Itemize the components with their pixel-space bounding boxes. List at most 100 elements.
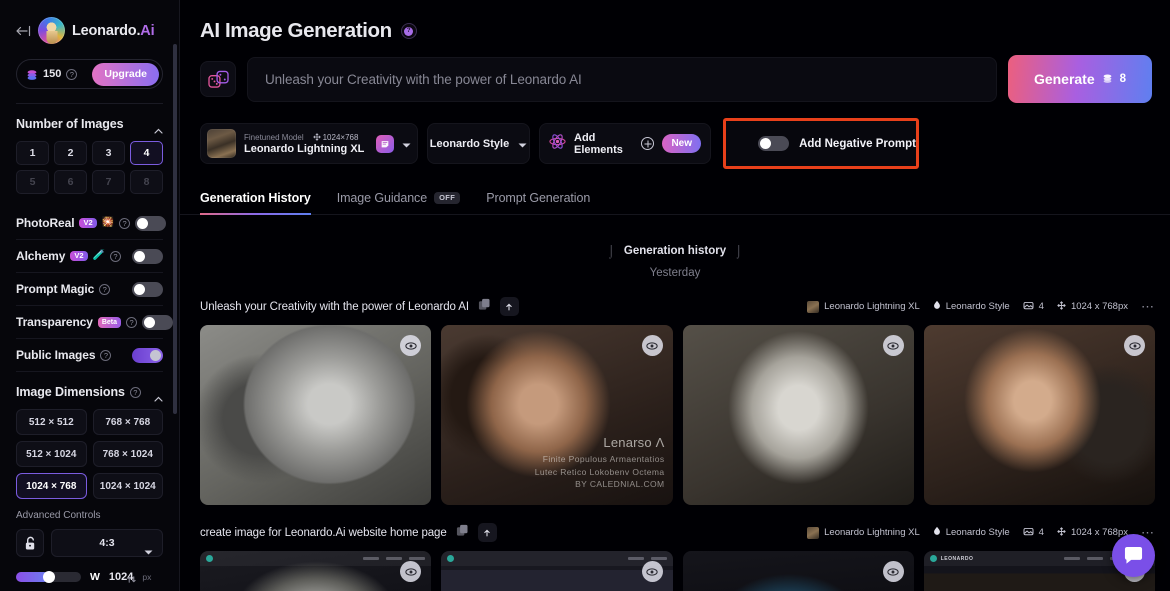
width-label: W xyxy=(90,571,100,583)
number-of-images-title: Number of Images xyxy=(16,117,123,131)
meta-size: 1024 x 768px xyxy=(1057,301,1128,313)
help-icon[interactable]: ? xyxy=(110,251,121,262)
dim-1024-1024[interactable]: 1024 × 1024 xyxy=(93,473,164,499)
site-logo-icon xyxy=(447,555,454,562)
version-badge: V2 xyxy=(79,218,96,229)
upload-icon[interactable] xyxy=(478,523,497,542)
help-icon[interactable]: ? xyxy=(126,317,137,328)
dice-icon[interactable] xyxy=(200,61,236,97)
test-tube-icon: 🧪 xyxy=(93,251,105,261)
images-icon xyxy=(1023,301,1034,313)
main-content: AI Image Generation ? Unleash your Creat… xyxy=(180,0,1170,591)
generated-image[interactable] xyxy=(441,551,672,591)
slider-knob[interactable] xyxy=(43,571,55,583)
new-badge: New xyxy=(662,134,701,153)
width-slider[interactable] xyxy=(16,572,81,582)
meta-model: Leonardo Lightning XL xyxy=(807,301,920,313)
version-badge: V2 xyxy=(70,251,87,262)
plus-icon[interactable] xyxy=(641,137,654,150)
photoreal-switch[interactable] xyxy=(135,216,166,231)
page-help-icon[interactable]: ? xyxy=(401,23,417,39)
prompt-placeholder: Unleash your Creativity with the power o… xyxy=(265,72,582,87)
site-nav-items xyxy=(628,557,667,560)
num-images-1[interactable]: 1 xyxy=(16,141,49,165)
tab-prompt-generation[interactable]: Prompt Generation xyxy=(486,191,590,214)
eye-icon[interactable] xyxy=(883,335,904,356)
dim-512-512[interactable]: 512 × 512 xyxy=(16,409,87,435)
model-thumbnail xyxy=(807,527,819,539)
model-selector[interactable]: Finetuned Model 1024×768 Leonardo Lightn… xyxy=(200,123,418,164)
help-icon[interactable]: ? xyxy=(100,350,111,361)
generate-button[interactable]: Generate 8 xyxy=(1008,55,1152,103)
chevron-down-icon[interactable] xyxy=(402,135,411,153)
eye-icon[interactable] xyxy=(400,335,421,356)
token-icon xyxy=(26,68,38,80)
unlock-icon[interactable] xyxy=(16,529,44,557)
site-preview-bar xyxy=(441,551,672,566)
avatar[interactable] xyxy=(38,17,65,44)
help-icon[interactable]: ? xyxy=(119,218,130,229)
fireworks-icon: 🎇 xyxy=(102,218,114,228)
dim-768-768[interactable]: 768 × 768 xyxy=(93,409,164,435)
toggle-prompt-magic: Prompt Magic ? xyxy=(16,273,163,306)
droplet-icon xyxy=(933,300,941,313)
chevron-up-icon xyxy=(154,389,163,395)
toggle-alchemy: Alchemy V2 🧪 ? xyxy=(16,240,163,273)
generated-image[interactable] xyxy=(924,325,1155,505)
tab-image-guidance[interactable]: Image Guidance OFF xyxy=(337,191,461,214)
chevron-down-icon xyxy=(518,135,527,153)
generated-image[interactable] xyxy=(200,551,431,591)
bracket-right-icon: ⌡ xyxy=(735,244,742,258)
help-icon[interactable]: ? xyxy=(66,69,77,80)
number-of-images-header[interactable]: Number of Images xyxy=(16,104,163,141)
tab-label: Generation History xyxy=(200,191,311,205)
help-icon[interactable]: ? xyxy=(130,387,141,398)
beta-badge: Beta xyxy=(98,317,121,328)
eye-icon[interactable] xyxy=(642,335,663,356)
copy-icon[interactable] xyxy=(456,524,469,542)
generated-image[interactable] xyxy=(683,551,914,591)
chat-widget-button[interactable] xyxy=(1112,534,1155,577)
history-subheading: Yesterday xyxy=(180,260,1170,279)
transparency-switch[interactable] xyxy=(142,315,173,330)
generate-label: Generate xyxy=(1034,71,1095,87)
add-elements-button[interactable]: Add Elements New xyxy=(539,123,711,164)
num-images-2[interactable]: 2 xyxy=(54,141,87,165)
num-images-3[interactable]: 3 xyxy=(92,141,125,165)
result-menu-icon[interactable]: ⋯ xyxy=(1141,303,1155,311)
sidebar-scrollbar[interactable] xyxy=(173,44,177,414)
generated-image[interactable] xyxy=(683,325,914,505)
upgrade-button[interactable]: Upgrade xyxy=(92,63,159,86)
atom-icon xyxy=(549,133,566,155)
prompt-magic-switch[interactable] xyxy=(132,282,163,297)
alchemy-switch[interactable] xyxy=(132,249,163,264)
upload-icon[interactable] xyxy=(500,297,519,316)
model-type-icon xyxy=(376,135,394,153)
eye-icon[interactable] xyxy=(642,561,663,582)
negative-prompt-switch[interactable] xyxy=(758,136,789,151)
aspect-ratio-select[interactable]: 4:3 xyxy=(51,529,163,557)
result-image-grid: LEONARDO xyxy=(200,551,1155,591)
style-selector[interactable]: Leonardo Style xyxy=(427,123,530,164)
dim-1024-768[interactable]: 1024 × 768 xyxy=(16,473,87,499)
back-arrow-icon[interactable] xyxy=(16,24,31,38)
generated-image[interactable] xyxy=(200,325,431,505)
help-icon[interactable]: ? xyxy=(99,284,110,295)
copy-icon[interactable] xyxy=(478,298,491,316)
generated-image[interactable]: Lenarso Λ Finite Populous Armaentatios L… xyxy=(441,325,672,505)
num-images-4[interactable]: 4 xyxy=(130,141,163,165)
eye-icon[interactable] xyxy=(400,561,421,582)
prompt-input[interactable]: Unleash your Creativity with the power o… xyxy=(247,57,997,102)
eye-icon[interactable] xyxy=(1124,335,1145,356)
image-dimensions-header[interactable]: Image Dimensions ? xyxy=(16,372,163,409)
page-title: AI Image Generation xyxy=(200,19,392,43)
dim-512-1024[interactable]: 512 × 1024 xyxy=(16,441,87,467)
eye-icon[interactable] xyxy=(883,561,904,582)
dim-768-1024[interactable]: 768 × 1024 xyxy=(93,441,164,467)
tab-generation-history[interactable]: Generation History xyxy=(200,191,311,214)
num-images-8: 8 xyxy=(130,170,163,194)
controls-row: Finetuned Model 1024×768 Leonardo Lightn… xyxy=(180,103,1170,169)
swap-dimensions-icon[interactable] xyxy=(126,572,137,590)
public-images-switch[interactable] xyxy=(132,348,163,363)
model-top-row: Finetuned Model 1024×768 xyxy=(244,133,364,142)
